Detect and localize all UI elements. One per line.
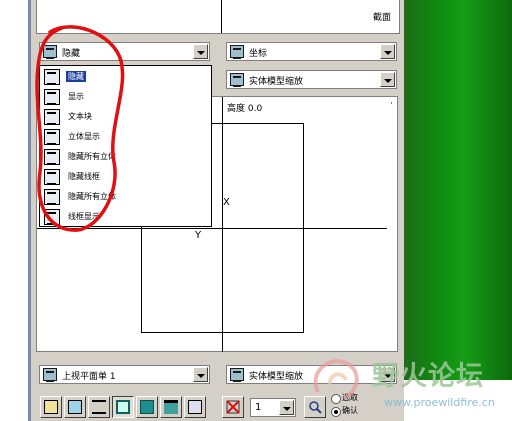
save-button[interactable] (64, 396, 86, 418)
bottom-model-scale-value: 实体模型缩放 (249, 372, 304, 382)
site-watermark: 野火论坛 www.proewildfire.cn (300, 350, 512, 421)
count-stepper[interactable]: 1 (250, 398, 296, 417)
model-scale-icon (230, 368, 244, 382)
display-mode-dropdown[interactable]: 隐藏 显示 文本块 立体显示 隐藏所有立体 隐藏线框 隐藏所有立体 线框显示 (39, 65, 212, 227)
canvas-corner-label: 截面 (372, 13, 391, 23)
coordinate-select[interactable]: 坐标 (226, 42, 397, 61)
view-plane-icon (43, 368, 57, 382)
watermark-title: 野火论坛 (372, 361, 484, 392)
axis-x-label: X (223, 197, 230, 208)
dropdown-item[interactable]: 隐藏所有立体 (42, 147, 142, 167)
layers-icon (164, 400, 178, 414)
canvas-axis-line (221, 0, 222, 33)
dropdown-item-label: 隐藏所有立体 (68, 192, 116, 201)
dropdown-item[interactable]: 立体显示 (42, 127, 142, 147)
axis-y-label: Y (195, 230, 202, 241)
chevron-down-icon[interactable] (380, 72, 395, 87)
delete-button[interactable] (222, 396, 244, 418)
dropdown-item-label: 隐藏 (66, 71, 86, 82)
dropdown-item[interactable]: 文本块 (42, 107, 142, 127)
dropdown-item[interactable]: 隐藏线框 (42, 167, 142, 187)
stack-icon (188, 400, 202, 414)
grid-icon (140, 400, 154, 414)
dropdown-item[interactable]: 隐藏 (42, 67, 142, 87)
model-scale-select[interactable]: 实体模型缩放 (226, 70, 397, 89)
frame-icon (116, 400, 130, 414)
text-block-icon (44, 109, 60, 125)
dropdown-item-label: 文本块 (68, 112, 92, 121)
list-icon (92, 400, 106, 414)
watermark-logo-icon (313, 359, 359, 400)
hide-all-solids-icon (44, 149, 60, 165)
dropdown-item-label: 隐藏线框 (68, 172, 100, 181)
chevron-down-icon[interactable] (193, 44, 208, 59)
visible-view-icon (44, 89, 60, 105)
view-plane-value: 上视平面单 1 (62, 372, 116, 382)
dropdown-item[interactable]: 隐藏所有立体 (42, 187, 142, 207)
wireframe-view-icon (44, 209, 60, 225)
chevron-down-icon[interactable] (279, 400, 294, 415)
chevron-down-icon[interactable] (193, 367, 208, 382)
display-mode-icon (43, 45, 57, 59)
coordinate-icon (230, 45, 244, 59)
display-mode-value: 隐藏 (62, 49, 81, 59)
x-axis-line (37, 228, 387, 229)
top-preview-canvas[interactable]: 截面 (36, 0, 400, 34)
viewport-marker: · (390, 99, 393, 109)
stack-view-button[interactable] (184, 396, 206, 418)
save-icon (68, 400, 82, 414)
display-mode-select[interactable]: 隐藏 (39, 42, 210, 61)
desktop-background (404, 0, 512, 380)
dropdown-item[interactable]: 线框显示 (42, 207, 142, 227)
hidden-view-icon (44, 69, 60, 85)
chevron-down-icon[interactable] (380, 44, 395, 59)
model-scale-value: 实体模型缩放 (249, 77, 304, 87)
open-button[interactable] (40, 396, 62, 418)
hidden-wireframe-icon (44, 169, 60, 185)
view-plane-select[interactable]: 上视平面单 1 (39, 365, 210, 384)
count-value: 1 (255, 402, 262, 413)
open-folder-icon (44, 400, 58, 414)
dropdown-item-label: 立体显示 (68, 132, 100, 141)
frame-view-button[interactable] (112, 396, 134, 418)
model-scale-icon (230, 73, 244, 87)
watermark-url: www.proewildfire.cn (384, 396, 495, 409)
left-frame (0, 0, 28, 421)
list-view-button[interactable] (88, 396, 110, 418)
dropdown-item-label: 显示 (68, 92, 84, 101)
delete-icon (226, 400, 240, 414)
dropdown-item[interactable]: 显示 (42, 87, 142, 107)
dropdown-item-label: 隐藏所有立体 (68, 152, 116, 161)
y-axis-line (222, 97, 223, 352)
split-view-button[interactable] (136, 396, 158, 418)
coordinate-value: 坐标 (249, 49, 268, 59)
layer-view-button[interactable] (160, 396, 182, 418)
dropdown-item-label: 线框显示 (68, 212, 100, 221)
hide-all-solids-icon (44, 189, 60, 205)
solid-view-icon (44, 129, 60, 145)
elevation-label: 高度 0.0 (227, 104, 263, 114)
